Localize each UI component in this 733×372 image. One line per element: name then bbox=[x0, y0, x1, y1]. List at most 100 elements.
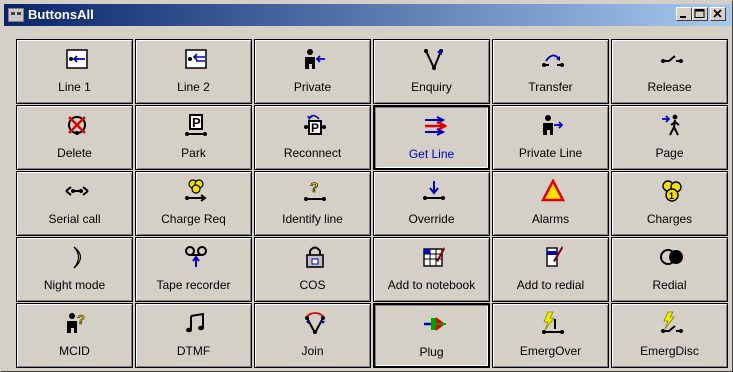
button-label: Private bbox=[293, 80, 332, 94]
svg-text:?: ? bbox=[310, 179, 319, 195]
get-line-icon bbox=[425, 116, 447, 136]
join-icon bbox=[305, 312, 325, 334]
emerg-disc-icon bbox=[661, 311, 683, 333]
button-label: COS bbox=[299, 278, 326, 292]
button-line-1[interactable]: Line 1 bbox=[16, 39, 133, 104]
cos-lock-icon bbox=[306, 246, 324, 268]
button-label: Override bbox=[408, 212, 455, 226]
button-label: EmergDisc bbox=[640, 344, 699, 358]
enquiry-icon bbox=[424, 49, 443, 71]
svg-text:P: P bbox=[311, 121, 319, 135]
button-label: Add to notebook bbox=[387, 278, 476, 292]
page-icon bbox=[662, 114, 680, 136]
button-label: Reconnect bbox=[283, 146, 342, 160]
maximize-icon bbox=[694, 9, 705, 18]
button-label: EmergOver bbox=[519, 344, 582, 358]
close-button[interactable] bbox=[710, 7, 726, 21]
button-private-line[interactable]: Private Line bbox=[492, 105, 609, 170]
app-window: ButtonsAll Line 1 Line 2 Private Enquiry Tra… bbox=[0, 0, 733, 372]
button-join[interactable]: Join bbox=[254, 303, 371, 368]
transfer-icon bbox=[542, 54, 564, 67]
override-icon bbox=[423, 181, 445, 200]
button-label: Release bbox=[647, 80, 692, 94]
reconnect-icon: P bbox=[304, 114, 326, 135]
button-enquiry[interactable]: Enquiry bbox=[373, 39, 490, 104]
emerg-over-icon bbox=[542, 311, 564, 334]
minimize-icon bbox=[680, 16, 686, 18]
button-label: Alarms bbox=[531, 212, 570, 226]
delete-icon bbox=[68, 116, 86, 135]
button-private[interactable]: Private bbox=[254, 39, 371, 104]
button-identify-line[interactable]: ? Identify line bbox=[254, 171, 371, 236]
button-emerg-disc[interactable]: EmergDisc bbox=[611, 303, 728, 368]
button-label: Enquiry bbox=[411, 80, 452, 94]
button-cos-lock[interactable]: COS bbox=[254, 237, 371, 302]
button-mcid[interactable]: ? MCID bbox=[16, 303, 133, 368]
button-label: DTMF bbox=[176, 344, 211, 358]
button-park[interactable]: P Park bbox=[135, 105, 252, 170]
button-override[interactable]: Override bbox=[373, 171, 490, 236]
button-dtmf[interactable]: DTMF bbox=[135, 303, 252, 368]
button-label: Delete bbox=[57, 146, 92, 160]
release-icon bbox=[661, 55, 683, 63]
button-delete[interactable]: Delete bbox=[16, 105, 133, 170]
button-label: Add to redial bbox=[516, 278, 585, 292]
button-label: Serial call bbox=[48, 212, 101, 226]
button-emerg-over[interactable]: EmergOver bbox=[492, 303, 609, 368]
button-alarms[interactable]: Alarms bbox=[492, 171, 609, 236]
night-mode-icon bbox=[73, 246, 82, 269]
alarms-icon bbox=[541, 178, 565, 202]
tape-recorder-icon bbox=[185, 246, 207, 267]
svg-text:1: 1 bbox=[669, 191, 674, 201]
button-charges[interactable]: 1 Charges bbox=[611, 171, 728, 236]
mcid-icon: ? bbox=[67, 312, 85, 333]
button-label: Charge Req bbox=[161, 212, 226, 226]
button-label: Line 2 bbox=[177, 80, 210, 94]
title-bar[interactable]: ButtonsAll bbox=[4, 4, 731, 26]
svg-text:?: ? bbox=[77, 312, 85, 327]
line-2-icon bbox=[185, 49, 207, 69]
park-icon: P bbox=[185, 114, 207, 136]
button-label: Identify line bbox=[282, 212, 343, 226]
private-icon bbox=[305, 49, 325, 69]
button-label: MCID bbox=[59, 344, 90, 358]
charges-icon: 1 bbox=[662, 180, 682, 202]
redial-icon bbox=[660, 249, 683, 265]
dtmf-icon bbox=[186, 312, 204, 333]
button-serial-call[interactable]: Serial call bbox=[16, 171, 133, 236]
button-add-to-notebook[interactable]: Add to notebook bbox=[373, 237, 490, 302]
button-page[interactable]: Page bbox=[611, 105, 728, 170]
button-night-mode[interactable]: Night mode bbox=[16, 237, 133, 302]
button-plug[interactable]: Plug bbox=[373, 303, 490, 368]
identify-line-icon: ? bbox=[304, 179, 326, 201]
button-release[interactable]: Release bbox=[611, 39, 728, 104]
button-tape-recorder[interactable]: Tape recorder bbox=[135, 237, 252, 302]
window-title: ButtonsAll bbox=[28, 7, 94, 22]
button-transfer[interactable]: Transfer bbox=[492, 39, 609, 104]
button-label: Park bbox=[181, 146, 206, 160]
minimize-button[interactable] bbox=[676, 7, 692, 21]
button-label: Tape recorder bbox=[156, 278, 231, 292]
button-line-2[interactable]: Line 2 bbox=[135, 39, 252, 104]
serial-call-icon bbox=[65, 186, 89, 196]
button-label: Join bbox=[301, 344, 324, 358]
charge-req-icon bbox=[185, 179, 207, 202]
button-charge-req[interactable]: Charge Req bbox=[135, 171, 252, 236]
button-add-to-redial[interactable]: Add to redial bbox=[492, 237, 609, 302]
app-icon[interactable] bbox=[8, 8, 24, 22]
button-label: Charges bbox=[646, 212, 693, 226]
button-get-line[interactable]: Get Line bbox=[373, 105, 490, 170]
button-reconnect[interactable]: P Reconnect bbox=[254, 105, 371, 170]
button-label: Page bbox=[655, 146, 684, 160]
add-to-notebook-icon bbox=[423, 247, 445, 267]
button-grid: Line 1 Line 2 Private Enquiry Transfer Releas… bbox=[16, 39, 732, 370]
plug-icon bbox=[424, 317, 446, 331]
svg-text:P: P bbox=[192, 115, 201, 130]
button-label: Private Line bbox=[518, 146, 583, 160]
button-label: Redial bbox=[652, 278, 687, 292]
button-redial[interactable]: Redial bbox=[611, 237, 728, 302]
close-icon bbox=[713, 9, 722, 18]
maximize-button[interactable] bbox=[692, 7, 708, 21]
private-line-icon bbox=[543, 115, 564, 135]
button-label: Night mode bbox=[43, 278, 106, 292]
